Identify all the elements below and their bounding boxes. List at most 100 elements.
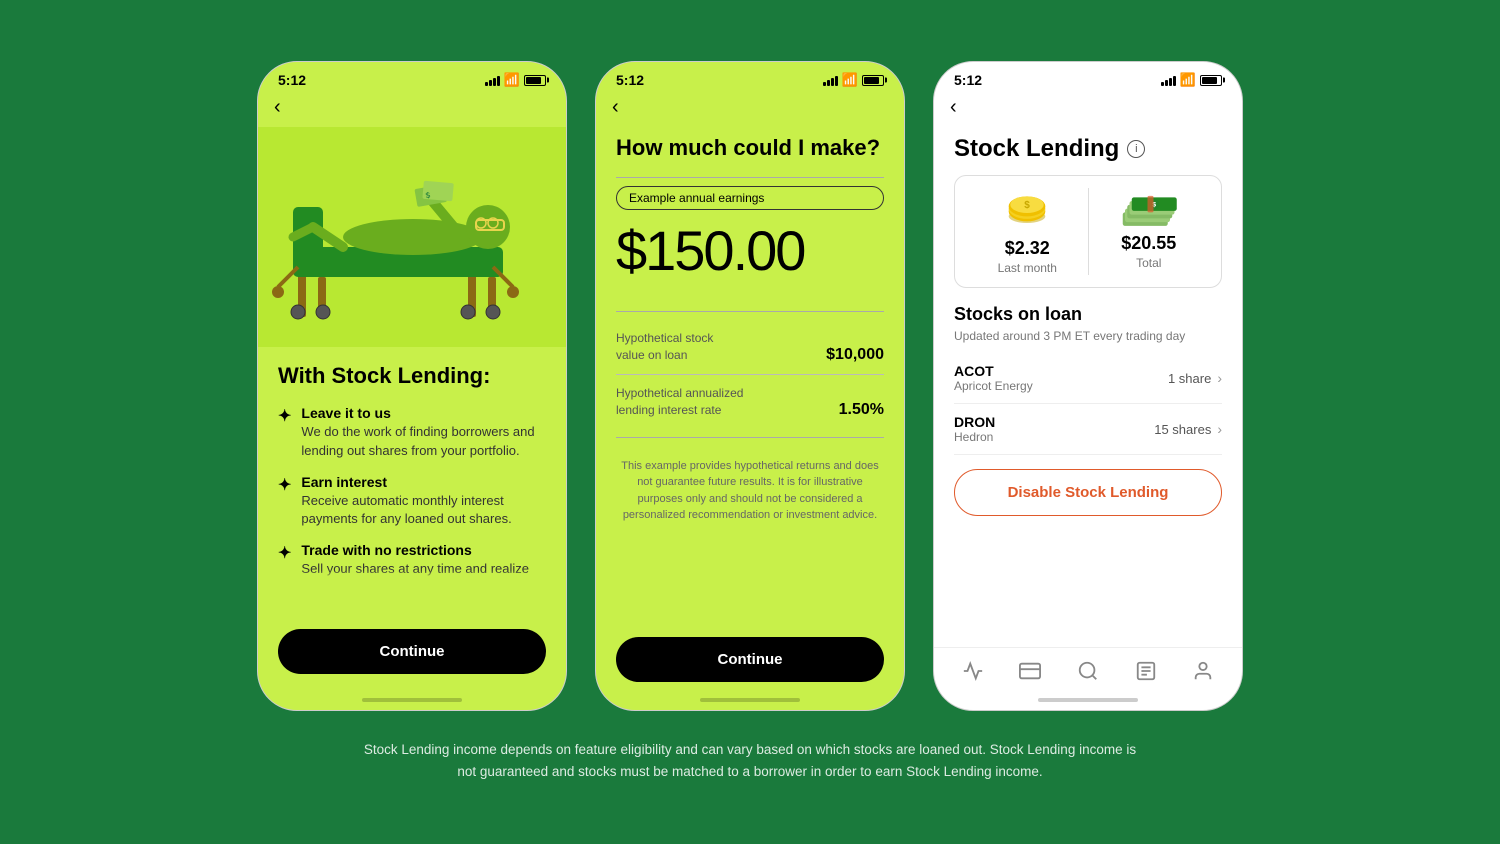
- svg-text:$: $: [1024, 200, 1030, 211]
- status-icons-1: 📶: [485, 72, 546, 88]
- earning-amount-1: $2.32: [1005, 238, 1050, 259]
- hero-illustration: $: [258, 127, 566, 347]
- phone1: 5:12 📶 ‹: [257, 61, 567, 711]
- time-3: 5:12: [954, 72, 982, 88]
- home-indicator-1: [258, 690, 566, 710]
- nav-chart[interactable]: [953, 656, 993, 686]
- status-icons-3: 📶: [1161, 72, 1222, 88]
- chevron-right-1: ›: [1217, 370, 1222, 386]
- stock-shares-1: 1 share ›: [1168, 370, 1222, 386]
- stock-info-1: ACOT Apricot Energy: [954, 363, 1033, 393]
- status-bar-1: 5:12 📶: [258, 62, 566, 92]
- home-indicator-2: [596, 690, 904, 710]
- earnings-card: $ $2.32 Last month $: [954, 175, 1222, 288]
- feature-arrow-2: ✦: [278, 475, 291, 495]
- back-button-3[interactable]: ‹: [934, 92, 1242, 127]
- bottom-nav: [934, 647, 1242, 690]
- phone1-content: With Stock Lending: ✦ Leave it to us We …: [258, 347, 566, 690]
- feature-title-1: Leave it to us: [301, 405, 546, 421]
- feature-text-3: Trade with no restrictions Sell your sha…: [301, 542, 529, 578]
- earnings-badge: Example annual earnings: [616, 186, 884, 210]
- earning-amount-2: $20.55: [1121, 233, 1176, 254]
- back-button-1[interactable]: ‹: [258, 92, 566, 127]
- input-value-2[interactable]: 1.50%: [839, 401, 884, 419]
- feature-list: ✦ Leave it to us We do the work of findi…: [278, 405, 546, 617]
- feature-desc-2: Receive automatic monthly interest payme…: [301, 492, 546, 528]
- home-indicator-3: [934, 690, 1242, 710]
- nav-news[interactable]: [1126, 656, 1166, 686]
- input-label-1: Hypothetical stockvalue on loan: [616, 330, 713, 364]
- divider-bottom-2: [616, 437, 884, 438]
- signal-icon-2: [823, 74, 838, 86]
- info-icon[interactable]: i: [1127, 140, 1145, 158]
- nav-card[interactable]: [1010, 656, 1050, 686]
- stocks-section-subtitle: Updated around 3 PM ET every trading day: [954, 329, 1222, 343]
- disable-stock-lending-button[interactable]: Disable Stock Lending: [954, 469, 1222, 516]
- feature-item-2: ✦ Earn interest Receive automatic monthl…: [278, 474, 546, 528]
- continue-button-2[interactable]: Continue: [616, 637, 884, 682]
- disclaimer-text: This example provides hypothetical retur…: [616, 458, 884, 626]
- battery-icon: [524, 75, 546, 86]
- feature-arrow-1: ✦: [278, 406, 291, 426]
- screen-title-2: How much could I make?: [616, 135, 884, 161]
- phone3-content: Stock Lending i $ $2.32 Last mo: [934, 127, 1242, 647]
- feature-item-3: ✦ Trade with no restrictions Sell your s…: [278, 542, 546, 578]
- continue-button-1[interactable]: Continue: [278, 629, 546, 674]
- signal-icon: [485, 74, 500, 86]
- feature-text-1: Leave it to us We do the work of finding…: [301, 405, 546, 459]
- status-icons-2: 📶: [823, 72, 884, 88]
- wifi-icon-2: 📶: [842, 72, 858, 88]
- feature-desc-3: Sell your shares at any time and realize: [301, 560, 529, 578]
- home-bar-2: [700, 698, 800, 702]
- phone2: 5:12 📶 ‹ How much could I make? Example …: [595, 61, 905, 711]
- phone1-title: With Stock Lending:: [278, 363, 546, 389]
- stock-ticker-1: ACOT: [954, 363, 1033, 379]
- stock-row-1[interactable]: ACOT Apricot Energy 1 share ›: [954, 353, 1222, 404]
- divider-mid-2: [616, 311, 884, 312]
- stock-info-2: DRON Hedron: [954, 414, 995, 444]
- earning-label-1: Last month: [998, 261, 1057, 275]
- wifi-icon-3: 📶: [1180, 72, 1196, 88]
- wifi-icon: 📶: [504, 72, 520, 88]
- stock-name-2: Hedron: [954, 430, 995, 444]
- footer-text: Stock Lending income depends on feature …: [360, 739, 1140, 782]
- status-bar-2: 5:12 📶: [596, 62, 904, 92]
- stock-ticker-2: DRON: [954, 414, 995, 430]
- stock-name-1: Apricot Energy: [954, 379, 1033, 393]
- phone2-content: How much could I make? Example annual ea…: [596, 127, 904, 690]
- divider-top-2: [616, 177, 884, 178]
- nav-search[interactable]: [1068, 656, 1108, 686]
- time-2: 5:12: [616, 72, 644, 88]
- input-row-2: Hypothetical annualizedlending interest …: [616, 375, 884, 429]
- battery-icon-2: [862, 75, 884, 86]
- stock-row-2[interactable]: DRON Hedron 15 shares ›: [954, 404, 1222, 455]
- big-amount: $150.00: [616, 218, 884, 283]
- feature-text-2: Earn interest Receive automatic monthly …: [301, 474, 546, 528]
- battery-icon-3: [1200, 75, 1222, 86]
- earning-total: $ $20.55 Total: [1088, 188, 1210, 275]
- page-title-3: Stock Lending: [954, 135, 1119, 163]
- home-bar-1: [362, 698, 462, 702]
- signal-icon-3: [1161, 74, 1176, 86]
- feature-desc-1: We do the work of finding borrowers and …: [301, 423, 546, 459]
- input-value-1[interactable]: $10,000: [826, 346, 884, 364]
- back-button-2[interactable]: ‹: [596, 92, 904, 127]
- input-label-2: Hypothetical annualizedlending interest …: [616, 385, 743, 419]
- page-title-row: Stock Lending i: [954, 135, 1222, 163]
- earning-label-2: Total: [1136, 256, 1161, 270]
- money-stack-icon: $: [1119, 188, 1179, 233]
- home-bar-3: [1038, 698, 1138, 702]
- coin-icon: $: [1002, 188, 1052, 238]
- earning-last-month: $ $2.32 Last month: [967, 188, 1088, 275]
- feature-arrow-3: ✦: [278, 543, 291, 563]
- time-1: 5:12: [278, 72, 306, 88]
- nav-profile[interactable]: [1183, 656, 1223, 686]
- chevron-right-2: ›: [1217, 421, 1222, 437]
- phone3: 5:12 📶 ‹ Stock Lending i: [933, 61, 1243, 711]
- stock-shares-2: 15 shares ›: [1154, 421, 1222, 437]
- input-row-1: Hypothetical stockvalue on loan $10,000: [616, 320, 884, 375]
- feature-title-3: Trade with no restrictions: [301, 542, 529, 558]
- feature-title-2: Earn interest: [301, 474, 546, 490]
- status-bar-3: 5:12 📶: [934, 62, 1242, 92]
- stocks-section-title: Stocks on loan: [954, 304, 1222, 325]
